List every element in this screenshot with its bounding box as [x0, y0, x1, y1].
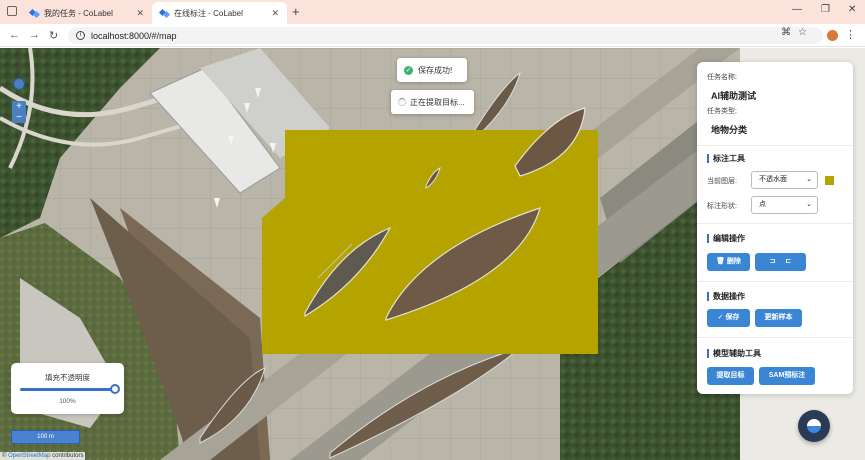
check-circle-icon: ✓: [404, 65, 413, 75]
tab-online-annotation[interactable]: 在线标注 - CoLabel ✕: [152, 2, 287, 24]
url-field[interactable]: i localhost:8000/#/map: [68, 27, 823, 44]
chevron-down-icon: ⌄: [806, 201, 812, 208]
close-window-icon[interactable]: ✕: [848, 4, 856, 15]
divider: [697, 145, 853, 146]
browser-menu-icon[interactable]: ⋮: [845, 28, 856, 41]
close-tab-icon[interactable]: ✕: [271, 8, 279, 19]
loading-toast-text: 正在提取目标...: [410, 97, 465, 107]
scale-bar: 100 m: [11, 430, 80, 444]
task-type-value: 地物分类: [711, 125, 748, 135]
colabel-favicon-icon: [30, 9, 39, 18]
sam-preannotate-button[interactable]: SAM预标注: [759, 367, 815, 385]
floating-assistant-button[interactable]: [798, 410, 830, 442]
data-ops-title: 数据操作: [707, 292, 745, 301]
tab-search-icon[interactable]: [7, 6, 17, 16]
fill-opacity-label: 填充不透明度: [45, 373, 90, 382]
divider: [697, 281, 853, 282]
url-text: localhost:8000/#/map: [91, 30, 177, 41]
task-name-label: 任务名称:: [707, 74, 737, 81]
new-tab-icon[interactable]: +: [292, 4, 300, 19]
save-label: 保存: [725, 314, 740, 321]
current-layer-select[interactable]: 不透水面 ⌄: [751, 171, 818, 189]
browser-tab-bar: 我的任务 - CoLabel ✕ 在线标注 - CoLabel ✕ + — ❐ …: [0, 0, 865, 24]
fill-opacity-slider-handle[interactable]: [110, 384, 120, 394]
openstreetmap-link[interactable]: OpenStreetMap: [8, 453, 50, 459]
translate-icon[interactable]: ⌘: [781, 27, 791, 38]
tab-title: 我的任务 - CoLabel: [44, 8, 113, 18]
close-tab-icon[interactable]: ✕: [136, 8, 144, 19]
forward-icon[interactable]: →: [29, 29, 40, 41]
check-icon: ✓: [717, 314, 724, 321]
spinner-icon: [398, 98, 406, 106]
update-sample-button[interactable]: 更新样本: [755, 309, 802, 327]
restore-icon[interactable]: ❐: [821, 4, 830, 15]
zoom-control: + −: [12, 101, 26, 123]
annotation-tools-title: 标注工具: [707, 154, 745, 163]
divider: [697, 337, 853, 338]
reload-icon[interactable]: ↻: [49, 29, 58, 42]
zoom-out-button[interactable]: −: [12, 112, 26, 123]
fill-opacity-value: 100%: [59, 398, 76, 405]
divider: [697, 223, 853, 224]
profile-avatar-icon[interactable]: [827, 30, 838, 41]
minimize-icon[interactable]: —: [792, 4, 802, 15]
delete-button[interactable]: 🗑 删除: [707, 253, 750, 271]
chevron-down-icon: ⌄: [806, 176, 812, 183]
model-tools-title: 模型辅助工具: [707, 349, 761, 358]
attribution-suffix: contributors: [50, 453, 84, 459]
tab-title: 在线标注 - CoLabel: [174, 8, 243, 18]
undo-redo-button-group[interactable]: ⊐ ⊏: [755, 253, 806, 271]
shape-label: 标注形状:: [707, 203, 737, 210]
success-toast: ✓ 保存成功!: [397, 58, 467, 82]
colabel-favicon-icon: [160, 9, 169, 18]
site-info-icon[interactable]: i: [76, 31, 85, 40]
redo-icon[interactable]: ⊏: [785, 258, 791, 265]
task-type-label: 任务类型:: [707, 108, 737, 115]
edit-ops-title: 编辑操作: [707, 234, 745, 243]
task-name-value: AI辅助测试: [711, 91, 757, 101]
layer-color-swatch[interactable]: [825, 176, 834, 185]
fill-opacity-slider[interactable]: [20, 388, 117, 391]
trash-icon: 🗑: [716, 258, 725, 265]
bookmark-star-icon[interactable]: ☆: [798, 27, 807, 38]
delete-label: 删除: [726, 258, 741, 265]
shape-value: 点: [759, 201, 766, 208]
back-icon[interactable]: ←: [9, 29, 20, 41]
loading-toast: 正在提取目标...: [391, 90, 474, 114]
save-button[interactable]: ✓ 保存: [707, 309, 750, 327]
current-layer-value: 不透水面: [759, 176, 787, 183]
fill-opacity-panel: 填充不透明度 100%: [11, 363, 124, 414]
zoom-in-button[interactable]: +: [12, 101, 26, 112]
shape-select[interactable]: 点 ⌄: [751, 196, 818, 214]
compass-reset-icon[interactable]: [13, 78, 25, 90]
address-bar: ← → ↻ i localhost:8000/#/map ⌘ ☆: [0, 24, 865, 47]
tab-my-tasks[interactable]: 我的任务 - CoLabel ✕: [22, 2, 152, 24]
map-attribution: © OpenStreetMap contributors: [0, 452, 86, 460]
extract-target-button[interactable]: 提取目标: [707, 367, 754, 385]
annotation-side-panel: 任务名称: AI辅助测试 任务类型: 地物分类 标注工具 当前图层: 不透水面 …: [697, 62, 853, 394]
success-toast-text: 保存成功!: [418, 65, 453, 75]
undo-icon[interactable]: ⊐: [770, 258, 776, 265]
current-layer-label: 当前图层:: [707, 178, 737, 185]
